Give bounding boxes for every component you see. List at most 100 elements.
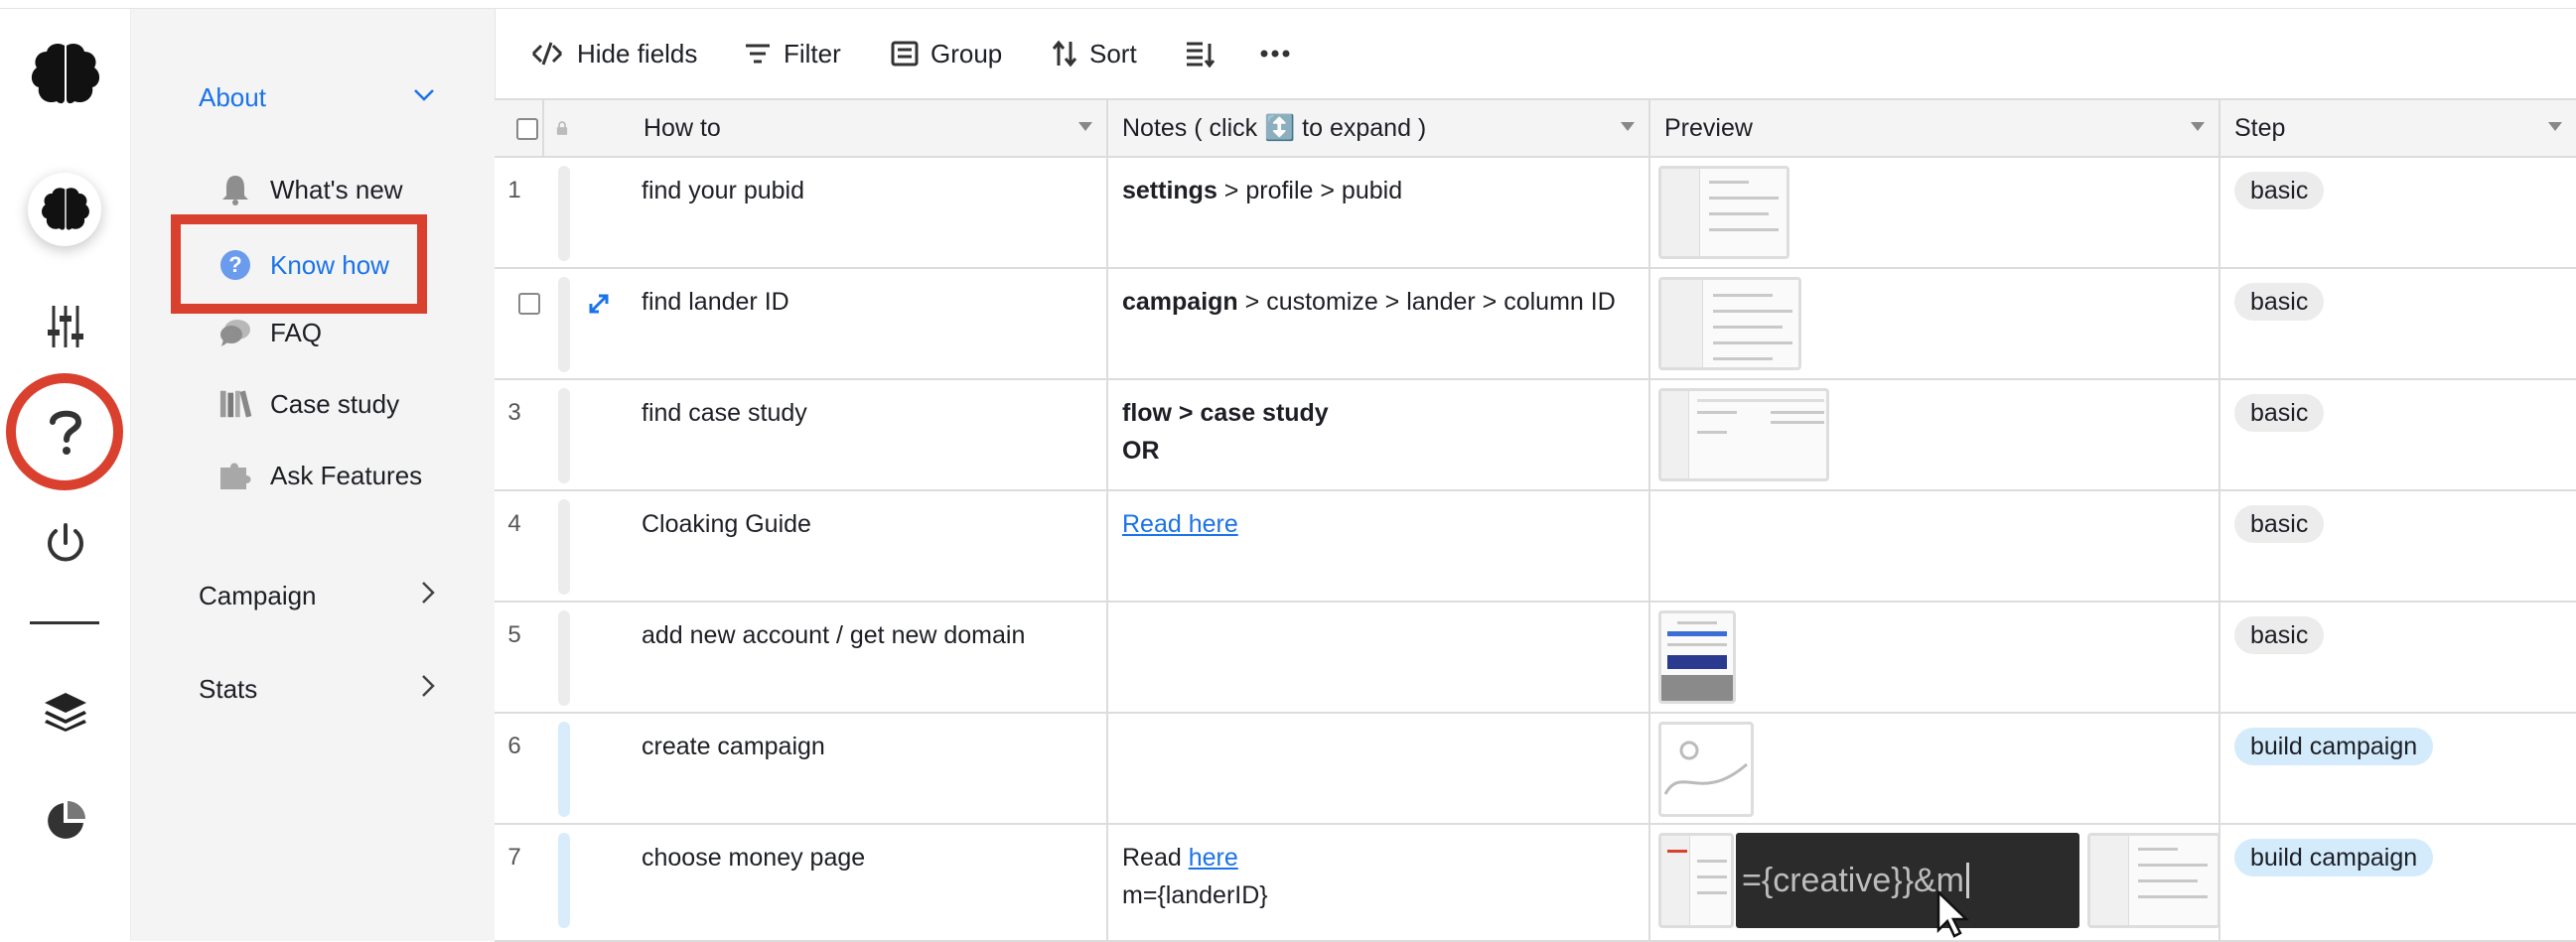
step-cell[interactable]: basic	[2220, 603, 2576, 712]
notes-cell[interactable]: Read here	[1108, 491, 1650, 601]
books-icon	[218, 387, 252, 421]
step-cell[interactable]: basic	[2220, 158, 2576, 267]
how-to-cell[interactable]: create campaign	[584, 714, 1108, 823]
nav-item-label: Know how	[270, 249, 389, 280]
mouse-cursor-icon	[1936, 890, 1970, 938]
notes-cell[interactable]: settings > profile > pubid	[1108, 158, 1650, 267]
preview-thumbnail[interactable]	[1658, 388, 1829, 481]
layers-icon[interactable]	[0, 682, 130, 741]
nav-item-ask-features[interactable]: Ask Features	[218, 446, 422, 505]
how-to-cell[interactable]: choose money page	[584, 825, 1108, 940]
notes-cell[interactable]: campaign > customize > lander > column I…	[1108, 269, 1650, 378]
table-row[interactable]: 7 choose money page Read here m={landerID…	[495, 825, 2576, 942]
group-button[interactable]: Group	[891, 33, 1002, 74]
notes-cell[interactable]	[1108, 603, 1650, 712]
brain-icon[interactable]	[0, 176, 130, 243]
select-all-cell	[495, 100, 544, 156]
row-checkbox[interactable]	[518, 293, 540, 315]
nav-item-label: Ask Features	[270, 460, 423, 490]
table-row[interactable]: 4 Cloaking Guide Read here basic	[495, 491, 2576, 603]
how-to-cell[interactable]: Cloaking Guide	[584, 491, 1108, 601]
column-header-notes[interactable]: Notes ( click ↕️ to expand )	[1108, 100, 1650, 156]
step-tag: build campaign	[2234, 839, 2434, 876]
nav-item-know-how[interactable]: ? Know how	[218, 235, 389, 295]
step-cell[interactable]: build campaign	[2220, 714, 2576, 823]
preview-thumbnail[interactable]	[1658, 277, 1801, 370]
how-to-cell[interactable]: find lander ID	[584, 269, 1108, 378]
row-color-bar	[558, 277, 570, 372]
row-height-button[interactable]	[1185, 33, 1226, 74]
read-here-link[interactable]: Read here	[1122, 510, 1238, 538]
preview-thumbnail[interactable]	[1658, 166, 1789, 259]
preview-cell[interactable]: ={creative}}&m	[1650, 825, 2220, 940]
column-header-label: Preview	[1664, 113, 1753, 142]
nav-item-faq[interactable]: FAQ	[218, 303, 322, 362]
pie-chart-icon[interactable]	[0, 791, 130, 851]
row-number: 3	[507, 399, 521, 426]
step-cell[interactable]: build campaign	[2220, 825, 2576, 940]
view-toolbar: Hide fields Filter Group Sort	[495, 9, 2576, 98]
nav-item-case-study[interactable]: Case study	[218, 374, 399, 434]
rail-divider	[30, 621, 99, 624]
preview-cell[interactable]	[1650, 380, 2220, 489]
nav-item-whats-new[interactable]: What's new	[218, 160, 403, 219]
notes-cell[interactable]: Read here m={landerID}	[1108, 825, 1650, 940]
preview-cell[interactable]	[1650, 158, 2220, 267]
chevron-right-icon[interactable]	[421, 581, 435, 611]
row-number: 4	[507, 510, 521, 537]
how-to-cell[interactable]: find your pubid	[584, 158, 1108, 267]
dropdown-arrow-icon[interactable]	[2191, 122, 2205, 131]
preview-cell[interactable]	[1650, 491, 2220, 601]
column-header-how-to[interactable]: How to	[568, 100, 1108, 156]
notes-cell[interactable]: flow > case study OR	[1108, 380, 1650, 489]
row-number: 1	[507, 177, 521, 203]
icon-rail	[0, 9, 131, 941]
preview-thumbnail[interactable]	[1658, 610, 1736, 704]
column-header-step[interactable]: Step	[2220, 100, 2576, 156]
notes-bold: settings	[1122, 177, 1217, 204]
stats-section-label[interactable]: Stats	[199, 674, 257, 705]
section-nav: About What's new ? Know how FAQ Case stu…	[131, 9, 495, 941]
preview-thumbnail[interactable]	[1658, 833, 1734, 928]
sort-button[interactable]: Sort	[1052, 33, 1137, 74]
table-row[interactable]: 5 add new account / get new domain basic	[495, 603, 2576, 714]
dropdown-arrow-icon[interactable]	[2548, 122, 2562, 131]
step-cell[interactable]: basic	[2220, 380, 2576, 489]
more-options-icon[interactable]	[1260, 33, 1302, 74]
table-row[interactable]: find lander ID campaign > customize > la…	[495, 269, 2576, 380]
preview-cell[interactable]	[1650, 603, 2220, 712]
row-color-bar	[558, 388, 570, 483]
help-question-icon[interactable]	[0, 402, 130, 462]
how-to-cell[interactable]: add new account / get new domain	[584, 603, 1108, 712]
preview-thumbnail[interactable]	[2087, 833, 2220, 928]
how-to-cell[interactable]: find case study	[584, 380, 1108, 489]
step-cell[interactable]: basic	[2220, 269, 2576, 378]
dropdown-arrow-icon[interactable]	[1621, 122, 1635, 131]
about-section-label[interactable]: About	[199, 82, 266, 113]
power-icon[interactable]	[0, 513, 130, 573]
nav-item-label: Case study	[270, 388, 400, 419]
group-label: Group	[930, 38, 1003, 68]
column-header-preview[interactable]: Preview	[1650, 100, 2220, 156]
select-all-checkbox[interactable]	[516, 118, 538, 140]
step-cell[interactable]: basic	[2220, 491, 2576, 601]
table-row[interactable]: 3 find case study flow > case study OR ba…	[495, 380, 2576, 491]
sliders-icon[interactable]	[0, 297, 130, 356]
preview-cell[interactable]	[1650, 269, 2220, 378]
step-tag: basic	[2234, 172, 2325, 209]
sort-label: Sort	[1089, 38, 1137, 68]
chevron-down-icon[interactable]	[413, 78, 435, 109]
filter-button[interactable]: Filter	[744, 33, 841, 74]
preview-thumbnail[interactable]: ={creative}}&m	[1736, 833, 2079, 928]
brain-logo-icon[interactable]	[0, 35, 130, 114]
table-row[interactable]: 1 find your pubid settings > profile > p…	[495, 158, 2576, 269]
notes-cell[interactable]	[1108, 714, 1650, 823]
chevron-right-icon[interactable]	[421, 674, 435, 705]
image-placeholder-icon[interactable]	[1658, 722, 1754, 817]
campaign-section-label[interactable]: Campaign	[199, 581, 317, 611]
preview-cell[interactable]	[1650, 714, 2220, 823]
hide-fields-button[interactable]: Hide fields	[529, 33, 697, 74]
dropdown-arrow-icon[interactable]	[1078, 122, 1092, 131]
here-link[interactable]: here	[1189, 844, 1238, 872]
table-row[interactable]: 6 create campaign build campaign	[495, 714, 2576, 825]
